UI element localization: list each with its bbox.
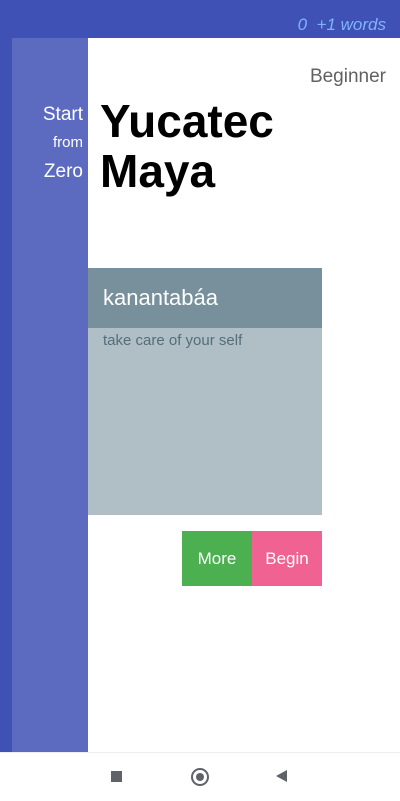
app-frame: 0 +1 words Start from Zero Beginner Yuca…: [0, 0, 400, 752]
level-label: Beginner: [309, 66, 386, 87]
system-nav-bar: [0, 752, 400, 801]
sidebar-from-label: from: [53, 134, 83, 151]
word-card-meaning: take care of your self: [103, 332, 243, 349]
sidebar-start-label: Start: [42, 104, 83, 125]
back-icon[interactable]: [276, 770, 287, 782]
more-button[interactable]: More: [182, 531, 252, 586]
word-count: 0 +1 words: [297, 15, 386, 34]
word-card-term: kanantabáa: [88, 268, 322, 328]
sidebar-zero-label: Zero: [43, 161, 83, 182]
status-bar: 0 +1 words: [0, 0, 400, 38]
home-icon[interactable]: [191, 768, 209, 786]
word-card[interactable]: kanantabáa take care of your self: [88, 268, 322, 515]
begin-button[interactable]: Begin: [252, 531, 322, 586]
recent-apps-icon[interactable]: [111, 771, 122, 782]
main-panel: Beginner Yucatec Maya kanantabáa take ca…: [88, 38, 400, 752]
sidebar: Start from Zero: [12, 38, 88, 752]
page-title: Yucatec Maya: [100, 95, 274, 197]
